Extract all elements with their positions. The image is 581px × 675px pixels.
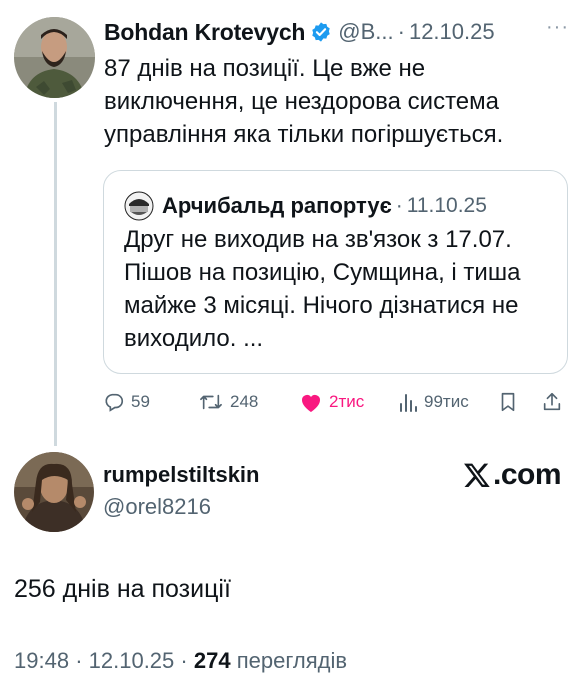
reply-date[interactable]: 12.10.25 (89, 648, 175, 673)
author-handle[interactable]: @B... (338, 19, 393, 45)
reply-author-avatar[interactable] (14, 452, 94, 532)
views-button[interactable]: 99тис (398, 388, 469, 416)
author-avatar[interactable] (14, 17, 95, 98)
quote-author-name: Арчибальд рапортує (162, 193, 392, 218)
verified-icon (310, 21, 332, 43)
retweet-count: 248 (230, 392, 259, 411)
bookmark-icon (501, 392, 515, 412)
separator: · (397, 19, 405, 44)
reply-count: 59 (131, 392, 150, 411)
reply-author-handle[interactable]: @orel8216 (103, 494, 211, 520)
retweet-icon (200, 394, 222, 410)
author-name[interactable]: Bohdan Krotevych (104, 19, 305, 46)
reply-button[interactable]: 59 (103, 388, 150, 416)
views-count: 99тис (424, 392, 469, 411)
separator: · (395, 194, 403, 217)
separator: · (75, 648, 83, 673)
heart-icon (302, 395, 320, 412)
share-icon (543, 392, 561, 411)
bookmark-button[interactable] (498, 388, 524, 416)
separator: · (180, 648, 188, 673)
reply-meta: 19:48 · 12.10.25 · 274 переглядів (14, 648, 347, 674)
reply-icon (105, 393, 124, 412)
quote-header: Арчибальд рапортує · 11.10.25 (124, 191, 487, 221)
like-button[interactable]: 2тис (299, 388, 364, 416)
x-logo: .com (463, 458, 562, 492)
tweet-text: 87 днів на позиції. Це вже не виключення… (104, 55, 504, 148)
reply-author-name[interactable]: rumpelstiltskin (103, 462, 259, 488)
views-icon (400, 394, 417, 412)
quote-date: 11.10.25 (406, 194, 487, 217)
quote-text: Друг не виходив на зв'язок з 17.07. Пішо… (124, 226, 521, 352)
reply-views-label: переглядів (236, 648, 348, 673)
thread-line (54, 102, 57, 446)
more-icon[interactable]: ··· (546, 16, 569, 39)
quote-avatar (124, 191, 154, 221)
x-logo-icon (464, 463, 490, 488)
share-button[interactable] (541, 388, 569, 416)
tweet-header: Bohdan Krotevych @B... · 12.10.25 (104, 17, 574, 47)
like-count: 2тис (329, 392, 365, 411)
reply-time[interactable]: 19:48 (14, 648, 69, 673)
retweet-button[interactable]: 248 (198, 388, 258, 416)
tweet-date[interactable]: 12.10.25 (409, 19, 495, 45)
reply-views-count: 274 (193, 648, 231, 673)
tweet-actions: 59 248 2тис 99тис (103, 388, 569, 416)
reply-text: 256 днів на позиції (14, 575, 231, 603)
x-logo-suffix: .com (493, 458, 562, 491)
quoted-tweet[interactable]: Арчибальд рапортує · 11.10.25 Друг не ви… (103, 170, 568, 374)
